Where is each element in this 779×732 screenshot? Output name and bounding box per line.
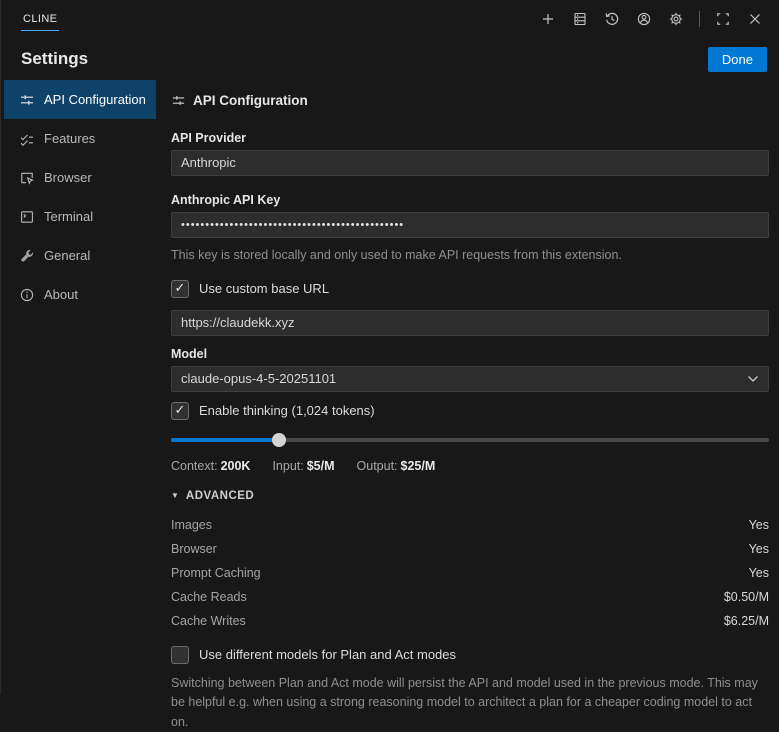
api-key-input[interactable]: ••••••••••••••••••••••••••••••••••••••••… <box>171 212 769 238</box>
plan-act-models-label: Use different models for Plan and Act mo… <box>199 647 457 663</box>
plan-act-models-checkbox-row[interactable]: Use different models for Plan and Act mo… <box>171 645 769 664</box>
row-value: Yes <box>748 517 769 532</box>
row-value: $0.50/M <box>723 589 769 604</box>
close-icon[interactable] <box>742 7 768 31</box>
terminal-icon <box>21 210 33 223</box>
row-label: Prompt Caching <box>171 565 261 580</box>
sidebar-item-label: Browser <box>44 170 92 185</box>
section-header: API Configuration <box>171 93 769 108</box>
row-value: Yes <box>748 565 769 580</box>
api-key-help-text: This key is stored locally and only used… <box>171 248 622 262</box>
row-label: Images <box>171 517 212 532</box>
sliders-icon <box>21 94 33 105</box>
tab-cline[interactable]: CLINE <box>21 7 60 31</box>
mcp-servers-icon[interactable] <box>567 7 593 31</box>
model-select[interactable]: claude-opus-4-5-20251101 <box>171 365 769 392</box>
custom-base-url-label: Use custom base URL <box>199 281 330 297</box>
checkbox-checked[interactable]: ✓ <box>171 279 189 298</box>
new-task-icon[interactable] <box>535 7 561 31</box>
advanced-section-toggle[interactable]: ▼ ADVANCED <box>171 490 769 502</box>
sidebar-item-label: About <box>44 287 78 302</box>
checkmark-icon: ✓ <box>174 280 186 296</box>
model-stats: Context: 200K Input: $5/M Output: $25/M <box>171 459 769 473</box>
browser-icon <box>21 172 34 185</box>
done-button[interactable]: Done <box>707 46 767 72</box>
checklist-icon <box>20 134 33 146</box>
plan-act-description: Switching between Plan and Act mode will… <box>171 675 758 729</box>
enable-thinking-checkbox-row[interactable]: ✓ Enable thinking (1,024 tokens) <box>171 401 769 420</box>
checkbox-checked[interactable]: ✓ <box>171 401 189 420</box>
context-stat: Context: 200K <box>171 458 251 473</box>
table-row: Cache Writes $6.25/M <box>171 609 769 633</box>
chevron-down-icon <box>748 375 758 382</box>
checkmark-icon: ✓ <box>174 402 186 418</box>
sidebar-item-label: Features <box>44 131 96 146</box>
input-price-stat: Input: $5/M <box>272 458 335 473</box>
api-configuration-panel: API Configuration API Provider Anthropic… <box>156 80 779 729</box>
page-title: Settings <box>21 49 89 68</box>
output-price-stat: Output: $25/M <box>356 458 436 473</box>
sidebar-item-label: Terminal <box>44 209 94 224</box>
settings-sidebar: API Configuration Features Browser Termi… <box>1 80 156 694</box>
history-icon[interactable] <box>599 7 625 31</box>
table-row: Cache Reads $0.50/M <box>171 585 769 609</box>
tab-cline-label: CLINE <box>23 13 58 25</box>
row-label: Browser <box>171 541 217 556</box>
account-icon[interactable] <box>631 7 657 31</box>
row-value: Yes <box>748 541 769 556</box>
row-label: Cache Reads <box>171 589 247 604</box>
table-row: Browser Yes <box>171 537 769 561</box>
triangle-down-icon: ▼ <box>171 491 179 501</box>
row-value: $6.25/M <box>723 613 769 628</box>
api-provider-value: Anthropic <box>181 155 236 170</box>
row-label: Cache Writes <box>171 613 246 628</box>
custom-base-url-value: https://claudekk.xyz <box>181 314 295 330</box>
tab-active-underline <box>21 30 60 31</box>
table-row: Prompt Caching Yes <box>171 561 769 585</box>
section-title: API Configuration <box>193 93 308 108</box>
sliders-icon <box>172 96 185 105</box>
cline-settings-window: CLINE Settings Done API Configuration Fe… <box>1 0 779 729</box>
slider-thumb[interactable] <box>271 432 286 447</box>
info-icon <box>20 288 34 301</box>
api-provider-label: API Provider <box>171 131 247 145</box>
topbar-icons <box>535 7 768 31</box>
checkbox-unchecked[interactable] <box>171 645 189 664</box>
api-key-masked-value: ••••••••••••••••••••••••••••••••••••••••… <box>181 219 405 231</box>
model-label: Model <box>171 346 208 361</box>
sidebar-item-terminal[interactable]: Terminal <box>4 197 156 236</box>
table-row: Images Yes <box>171 513 769 537</box>
sidebar-item-label: API Configuration <box>44 92 146 107</box>
advanced-label: ADVANCED <box>185 489 255 502</box>
sidebar-item-about[interactable]: About <box>4 275 156 314</box>
custom-base-url-checkbox-row[interactable]: ✓ Use custom base URL <box>171 279 769 298</box>
settings-header: Settings Done <box>1 38 779 80</box>
settings-gear-icon[interactable] <box>663 7 689 31</box>
sidebar-item-browser[interactable]: Browser <box>4 158 156 197</box>
custom-base-url-input[interactable]: https://claudekk.xyz <box>171 309 769 336</box>
sidebar-item-features[interactable]: Features <box>4 119 156 158</box>
slider-fill <box>171 437 279 442</box>
topbar-divider <box>699 11 700 27</box>
model-value: claude-opus-4-5-20251101 <box>181 370 337 386</box>
open-in-editor-icon[interactable] <box>710 7 736 31</box>
sidebar-item-general[interactable]: General <box>4 236 156 275</box>
enable-thinking-label: Enable thinking (1,024 tokens) <box>199 403 375 419</box>
sidebar-item-api-configuration[interactable]: API Configuration <box>4 80 156 119</box>
wrench-icon <box>21 249 33 262</box>
api-provider-select[interactable]: Anthropic <box>171 150 769 176</box>
thinking-budget-slider[interactable] <box>171 432 769 447</box>
api-key-label: Anthropic API Key <box>171 193 281 207</box>
sidebar-item-label: General <box>44 248 91 263</box>
top-tab-bar: CLINE <box>1 0 779 38</box>
capabilities-table: Images Yes Browser Yes Prompt Caching Ye… <box>171 513 769 633</box>
